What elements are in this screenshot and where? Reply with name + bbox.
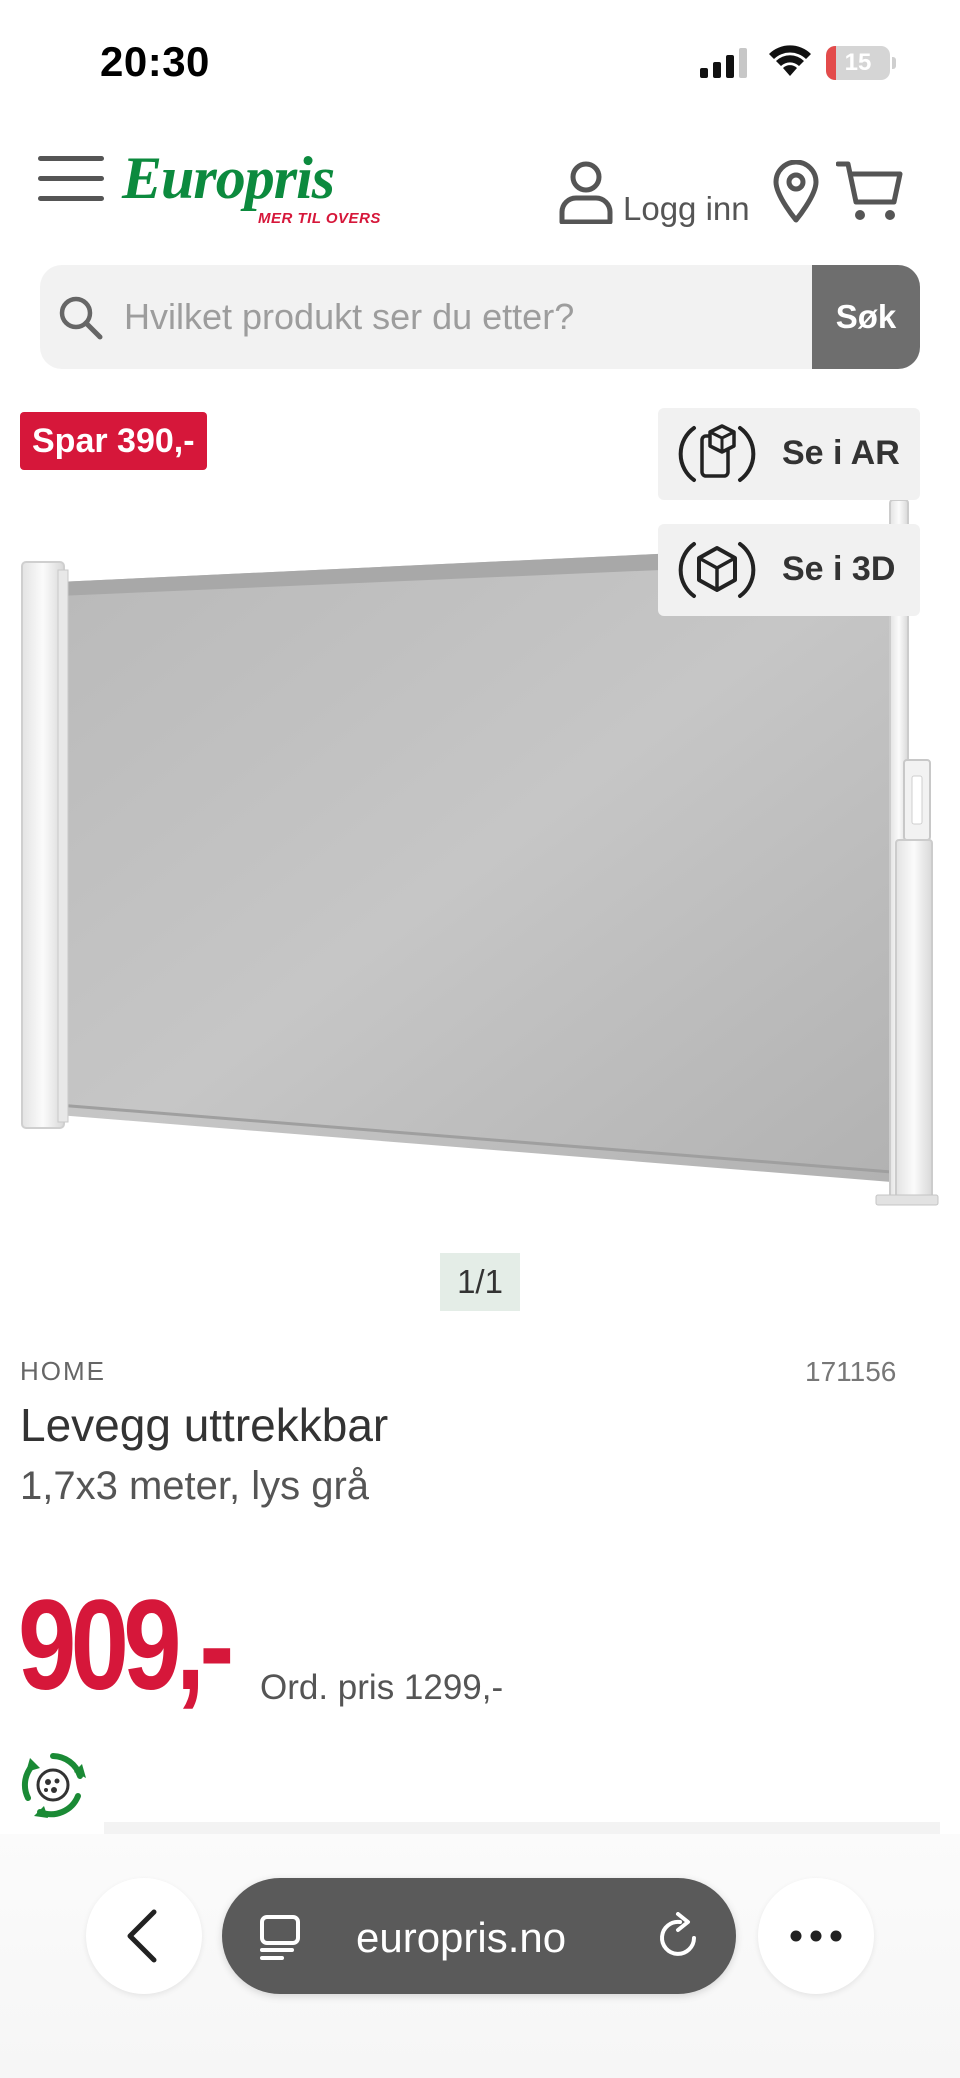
view-in-ar-button[interactable]: Se i AR xyxy=(658,408,920,500)
user-icon xyxy=(559,161,613,224)
menu-icon[interactable] xyxy=(38,152,104,204)
section-divider xyxy=(104,1822,940,1834)
3d-cube-icon xyxy=(678,542,756,598)
product-title: Levegg uttrekkbar xyxy=(20,1399,389,1451)
logo-tagline: MER TIL OVERS xyxy=(258,210,381,227)
map-pin-icon[interactable] xyxy=(772,160,820,224)
wifi-icon xyxy=(768,44,812,78)
back-button[interactable] xyxy=(86,1878,202,1994)
more-button[interactable] xyxy=(758,1878,874,1994)
view-in-3d-label: Se i 3D xyxy=(782,550,896,588)
recycle-icon[interactable] xyxy=(18,1750,88,1820)
logo-text: Europris xyxy=(122,145,335,211)
ellipsis-icon xyxy=(790,1930,842,1942)
ar-cube-icon xyxy=(678,424,756,482)
view-in-3d-button[interactable]: Se i 3D xyxy=(658,524,920,616)
cart-icon[interactable] xyxy=(836,158,904,224)
battery-level: 15 xyxy=(844,49,872,76)
status-bar: 20:30 15 xyxy=(0,0,960,120)
product-price: 909,- xyxy=(18,1574,234,1717)
address-bar[interactable]: europris.no xyxy=(222,1878,736,1994)
browser-toolbar: europris.no xyxy=(0,1834,960,2078)
status-time: 20:30 xyxy=(100,38,210,85)
search-icon xyxy=(56,293,104,341)
product-brand[interactable]: HOME xyxy=(20,1356,106,1387)
product-gallery: Spar 390,- Se i AR Se i 3D 1/1 xyxy=(0,400,960,1330)
login-label: Logg inn xyxy=(623,190,750,227)
product-sku: 171156 xyxy=(805,1356,897,1387)
europris-logo[interactable]: Europris MER TIL OVERS xyxy=(122,144,380,234)
url-text: europris.no xyxy=(356,1914,567,1961)
signal-icon xyxy=(700,46,752,78)
reload-icon[interactable] xyxy=(656,1912,702,1960)
chevron-left-icon xyxy=(127,1909,157,1963)
search-input[interactable] xyxy=(124,265,844,369)
search-button[interactable]: Søk xyxy=(812,265,920,369)
page-menu-icon xyxy=(260,1915,300,1960)
ordinary-price: Ord. pris 1299,- xyxy=(260,1668,504,1707)
search-bar: Søk xyxy=(40,265,920,369)
image-pager: 1/1 xyxy=(440,1253,520,1311)
site-header: Europris MER TIL OVERS Logg inn xyxy=(0,140,960,250)
save-badge: Spar 390,- xyxy=(20,412,207,470)
view-in-ar-label: Se i AR xyxy=(782,434,900,472)
product-subtitle: 1,7x3 meter, lys grå xyxy=(20,1464,370,1508)
battery-icon: 15 xyxy=(826,46,896,80)
